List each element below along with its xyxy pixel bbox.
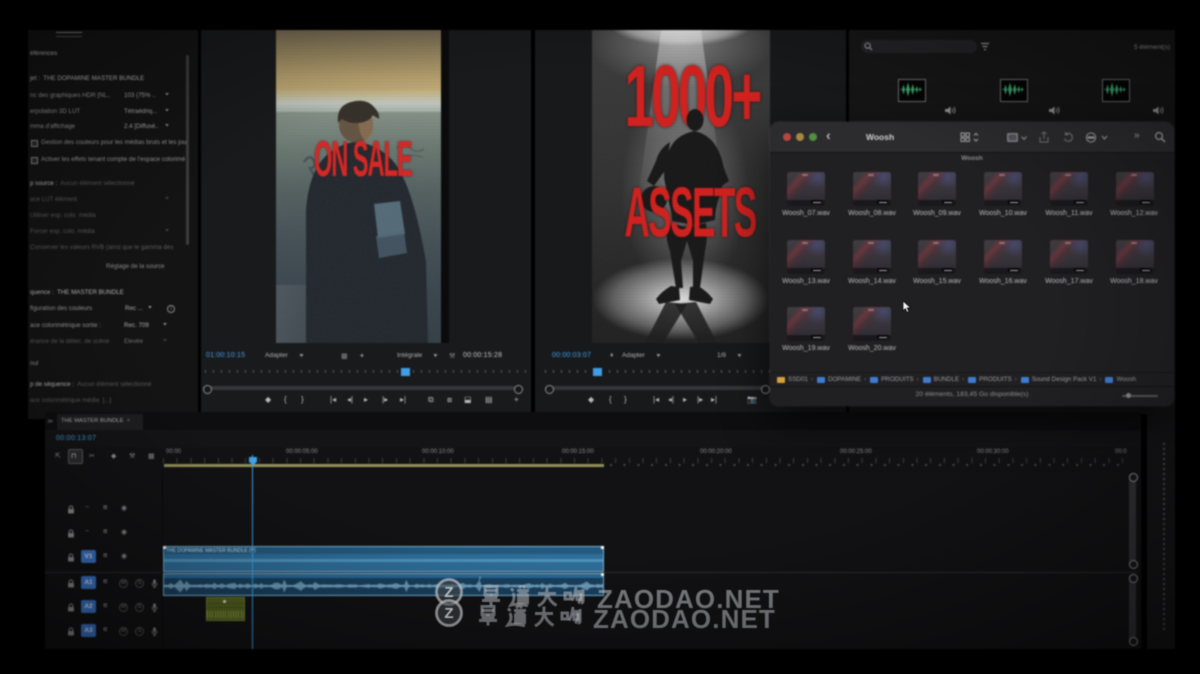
- svg-text:Z: Z: [444, 584, 453, 601]
- svg-text:Z: Z: [444, 605, 453, 622]
